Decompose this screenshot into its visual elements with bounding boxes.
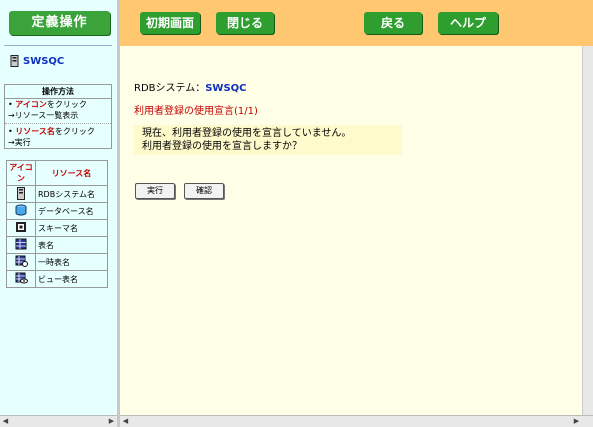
bullet-icon: • [8, 100, 13, 109]
legend-label: RDBシステム名 [35, 185, 108, 203]
database-icon [15, 204, 27, 216]
back-button[interactable]: 戻る [364, 12, 422, 34]
howto-heading: 操作方法 [5, 85, 111, 99]
legend-header-icon: アイコン [6, 160, 36, 186]
legend-label: 表名 [35, 236, 108, 254]
legend-row: データベース名 [6, 202, 108, 220]
sidebar-horizontal-scrollbar[interactable]: ◀ ▶ [0, 415, 117, 427]
scroll-left-icon[interactable]: ◀ [120, 416, 131, 427]
execute-button[interactable]: 実行 [135, 183, 175, 199]
legend-label: データベース名 [35, 202, 108, 220]
howto-panel: 操作方法 • アイコンをクリック →リソース一覧表示 • リソース名をクリック … [4, 84, 112, 149]
howto-line: →リソース一覧表示 [8, 111, 79, 120]
legend-row: 一時表名 [6, 253, 108, 271]
message-box: 現在、利用者登録の使用を宣言していません。 利用者登録の使用を宣言しますか？ [134, 125, 402, 155]
howto-keyword: アイコン [15, 100, 47, 109]
rdb-system-link[interactable]: SWSQC [10, 54, 64, 68]
main-content: RDBシステム：SWSQC 利用者登録の使用宣言(1/1) 現在、利用者登録の使… [120, 46, 582, 416]
divider [4, 45, 112, 46]
help-button[interactable]: ヘルプ [438, 12, 498, 34]
temp-table-icon [15, 255, 28, 267]
legend-label: 一時表名 [35, 253, 108, 271]
legend-row: 表名 [6, 236, 108, 254]
scroll-right-icon[interactable]: ▶ [571, 416, 582, 427]
page-title: 利用者登録の使用宣言(1/1) [134, 106, 258, 117]
rdb-system-line: RDBシステム：SWSQC [134, 79, 247, 94]
legend-row: ビュー表名 [6, 270, 108, 288]
main-horizontal-scrollbar[interactable]: ◀ ▶ [120, 415, 593, 427]
howto-line: • リソース名をクリック [5, 126, 111, 137]
scroll-right-icon[interactable]: ▶ [106, 416, 117, 427]
top-toolbar: 初期画面 閉じる 戻る ヘルプ [120, 0, 593, 46]
main-vertical-scrollbar[interactable] [582, 46, 593, 416]
legend-row: スキーマ名 [6, 219, 108, 237]
bullet-icon: • [8, 127, 13, 136]
legend-label: ビュー表名 [35, 270, 108, 288]
icon-legend: アイコン リソース名 RDBシステム名 データベース名 スキーマ名 表名 一時表… [6, 160, 108, 288]
howto-text: をクリック [46, 100, 87, 109]
initial-screen-button[interactable]: 初期画面 [140, 12, 200, 34]
message-line: 現在、利用者登録の使用を宣言していません。 [142, 128, 352, 139]
howto-line: →実行 [8, 138, 31, 147]
rdb-system-label: RDBシステム： [134, 83, 206, 94]
schema-icon [16, 222, 26, 232]
howto-text: をクリック [54, 127, 95, 136]
rdb-system-name[interactable]: SWSQC [23, 56, 64, 67]
rdb-system-icon[interactable] [10, 55, 19, 67]
divider [5, 123, 111, 124]
howto-keyword: リソース名 [15, 127, 55, 136]
confirm-button[interactable]: 確認 [184, 183, 224, 199]
legend-label: スキーマ名 [35, 219, 108, 237]
close-button[interactable]: 閉じる [216, 12, 274, 34]
legend-row: RDBシステム名 [6, 185, 108, 203]
scroll-left-icon[interactable]: ◀ [0, 416, 11, 427]
table-icon [15, 238, 27, 250]
rdb-system-icon [17, 186, 25, 200]
howto-line: • アイコンをクリック [5, 99, 111, 110]
rdb-system-value: SWSQC [205, 83, 247, 94]
navigation-frame: 定義操作 SWSQC 操作方法 • アイコンをクリック →リソース一覧表示 • … [0, 0, 117, 427]
view-icon [15, 272, 28, 284]
sidebar-title: 定義操作 [9, 11, 110, 35]
legend-header-name: リソース名 [35, 160, 108, 186]
message-line: 利用者登録の使用を宣言しますか？ [142, 141, 302, 152]
